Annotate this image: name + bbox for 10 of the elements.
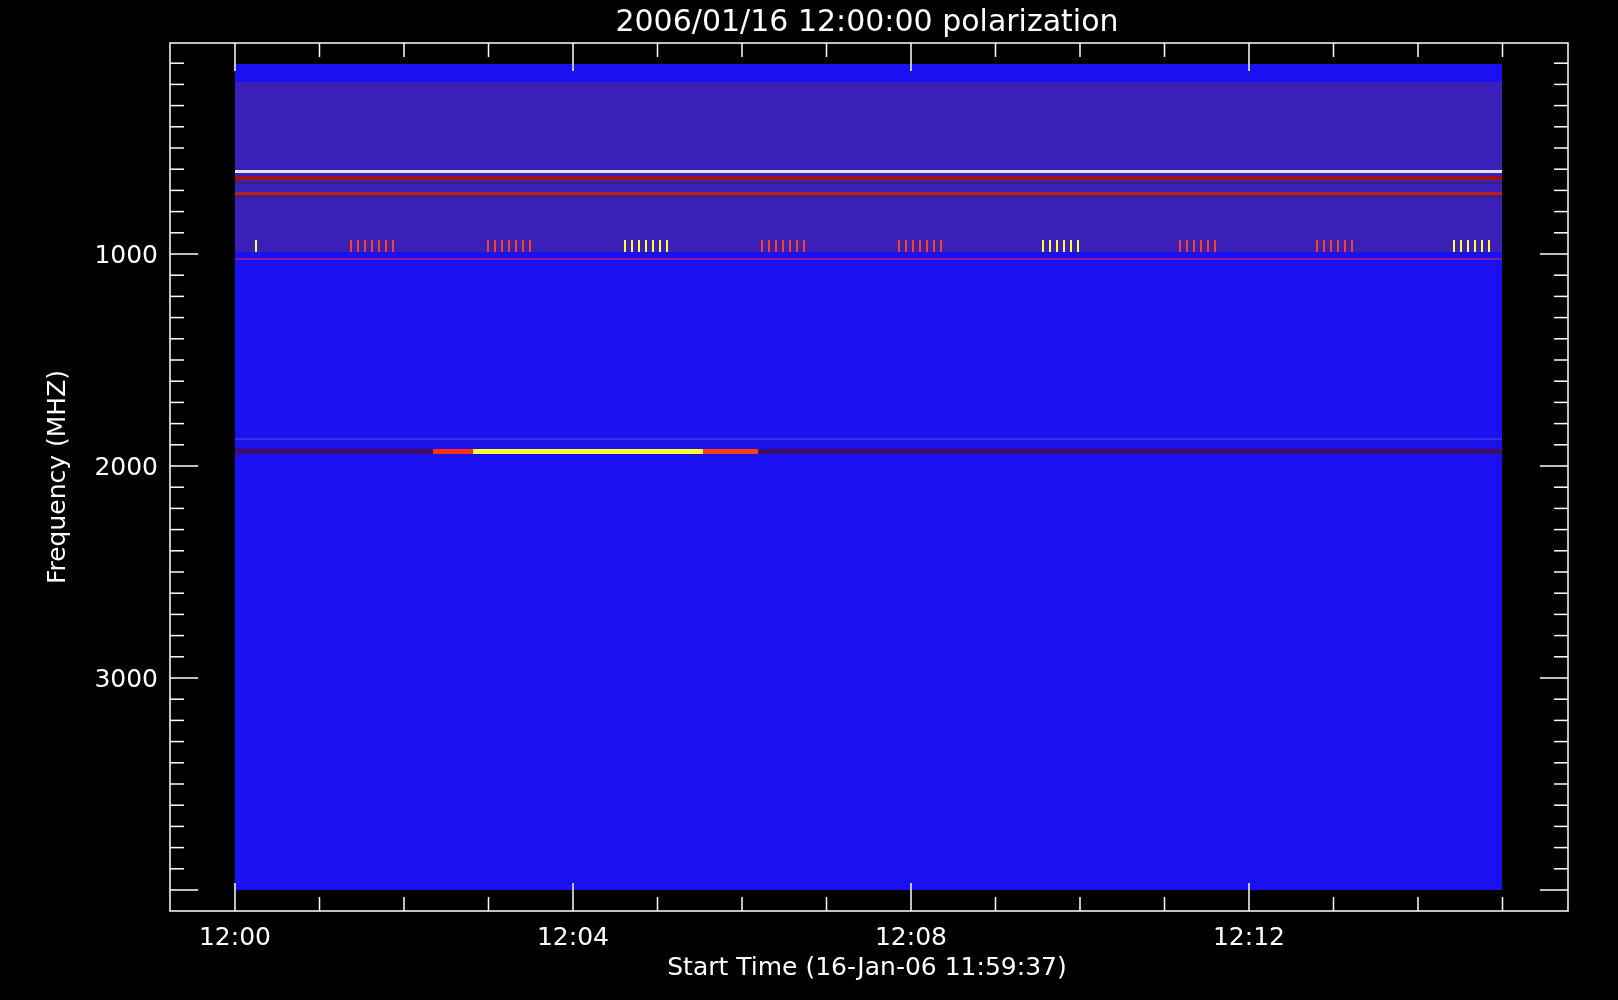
y-tick-label: 3000	[94, 664, 158, 693]
x-tick-label: 12:00	[199, 922, 271, 951]
y-tick-label: 1000	[94, 240, 158, 269]
y-tick-label: 2000	[94, 452, 158, 481]
chart-title: 2006/01/16 12:00:00 polarization	[615, 3, 1119, 38]
x-tick-label: 12:08	[875, 922, 947, 951]
x-tick-label: 12:12	[1213, 922, 1285, 951]
x-tick-label: 12:04	[537, 922, 609, 951]
x-axis-title: Start Time (16-Jan-06 11:59:37)	[667, 952, 1067, 981]
y-axis-title: Frequency (MHZ)	[42, 369, 71, 585]
